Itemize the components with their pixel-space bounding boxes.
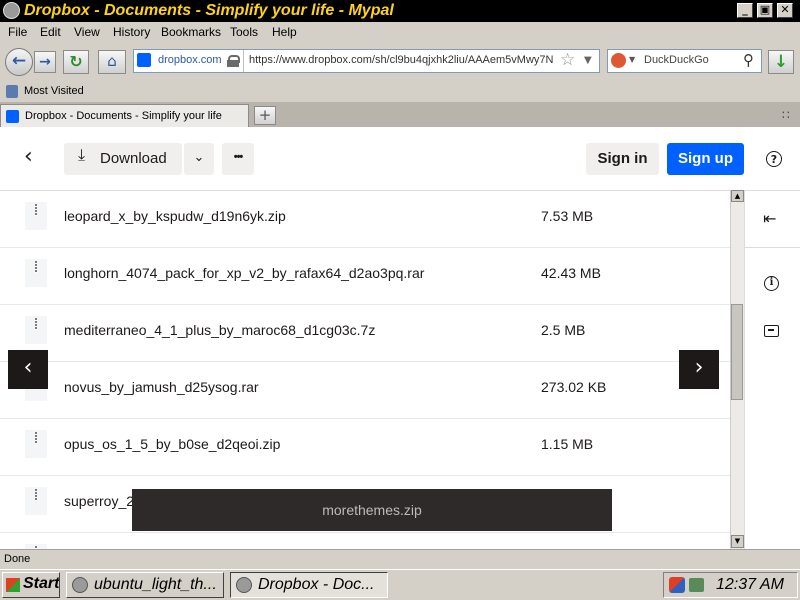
menu-edit[interactable]: Edit	[40, 25, 61, 39]
more-dots-icon: •••	[233, 151, 244, 163]
file-size: 42.43 MB	[541, 265, 601, 281]
reload-icon[interactable]: ↻	[63, 50, 89, 74]
file-size: 273.02 KB	[541, 379, 607, 395]
download-arrow-icon[interactable]: ↓	[768, 50, 794, 74]
bookmark-most-visited[interactable]: Most Visited	[24, 85, 84, 97]
clock: 12:37 AM	[716, 576, 784, 593]
maximize-button[interactable]: ▣	[757, 3, 773, 18]
file-row[interactable]	[0, 533, 730, 549]
duckduckgo-icon[interactable]	[611, 53, 626, 68]
scroll-up-icon[interactable]: ▲	[731, 190, 744, 202]
menu-file[interactable]: File	[8, 25, 27, 39]
chevron-right-icon: ›	[694, 355, 704, 380]
file-name[interactable]: novus_by_jamush_d25ysog.rar	[64, 379, 259, 395]
search-bar[interactable]: ▼ DuckDuckGo ⚲	[607, 49, 762, 73]
file-tooltip: morethemes.zip	[132, 489, 612, 531]
download-label: Download	[100, 150, 167, 167]
scroll-down-icon[interactable]: ▼	[731, 535, 744, 548]
zip-file-icon	[25, 316, 47, 344]
previous-file-button[interactable]: ‹	[8, 350, 48, 389]
more-actions-button[interactable]: •••	[222, 143, 254, 175]
search-input[interactable]: DuckDuckGo	[644, 54, 709, 66]
file-name[interactable]: longhorn_4074_pack_for_xp_v2_by_rafax64_…	[64, 265, 424, 281]
next-file-button[interactable]: ›	[679, 350, 719, 389]
tooltip-text: morethemes.zip	[322, 502, 422, 518]
menu-bar: File Edit View History Bookmarks Tools H…	[0, 22, 800, 42]
back-arrow-icon[interactable]: ←	[5, 48, 33, 76]
start-button[interactable]: Start	[2, 572, 60, 598]
tab-dropbox[interactable]: Dropbox - Documents - Simplify your life	[0, 104, 249, 127]
url-bar[interactable]: dropbox.com https://www.dropbox.com/sh/c…	[133, 49, 600, 73]
back-chevron-icon[interactable]: ‹	[24, 146, 33, 168]
file-row[interactable]: novus_by_jamush_d25ysog.rar 273.02 KB	[0, 362, 730, 419]
collapse-panel-icon[interactable]: ⇤	[763, 209, 776, 228]
chevron-down-icon: ⌄	[193, 149, 205, 164]
file-row[interactable]: opus_os_1_5_by_b0se_d2qeoi.zip 1.15 MB	[0, 419, 730, 476]
search-magnifier-icon[interactable]: ⚲	[743, 51, 754, 69]
tray-app-icon[interactable]	[669, 577, 685, 593]
zip-file-icon	[25, 202, 47, 230]
dropbox-favicon-icon	[137, 53, 151, 67]
url-input[interactable]: https://www.dropbox.com/sh/cl9bu4qjxhk2l…	[249, 54, 555, 66]
url-dropdown-icon[interactable]: ▼	[584, 55, 592, 66]
menu-help[interactable]: Help	[272, 25, 297, 39]
file-size: 7.53 MB	[541, 208, 594, 224]
bookmark-star-icon[interactable]: ☆	[560, 50, 575, 70]
menu-tools[interactable]: Tools	[230, 25, 258, 39]
taskbar-item-ubuntu[interactable]: ubuntu_light_th...	[66, 572, 224, 598]
sign-up-button[interactable]: Sign up	[667, 143, 744, 175]
scrollbar-thumb[interactable]	[731, 304, 743, 400]
file-size: 2.5 MB	[541, 322, 586, 338]
file-size: 1.15 MB	[541, 436, 594, 452]
file-row[interactable]: mediterraneo_4_1_plus_by_maroc68_d1cg03c…	[0, 305, 730, 362]
menu-view[interactable]: View	[74, 25, 100, 39]
taskbar-item-dropbox[interactable]: Dropbox - Doc...	[230, 572, 388, 598]
site-identity[interactable]: dropbox.com	[158, 54, 222, 66]
bookmarks-bar: Most Visited	[0, 82, 800, 102]
mypal-app-icon	[72, 577, 88, 593]
close-button[interactable]: ✕	[777, 3, 793, 18]
network-icon[interactable]	[689, 578, 704, 592]
sign-in-button[interactable]: Sign in	[586, 143, 659, 175]
menu-bookmarks[interactable]: Bookmarks	[161, 25, 221, 39]
mypal-app-icon	[3, 2, 20, 19]
forward-arrow-icon[interactable]: →	[34, 51, 56, 73]
help-icon[interactable]: ?	[766, 151, 782, 167]
chevron-left-icon: ‹	[23, 355, 33, 380]
file-row[interactable]: longhorn_4074_pack_for_xp_v2_by_rafax64_…	[0, 248, 730, 305]
info-icon[interactable]: i	[764, 276, 779, 291]
start-logo-icon	[6, 578, 20, 592]
system-tray: 12:37 AM	[663, 572, 798, 598]
file-name[interactable]: opus_os_1_5_by_b0se_d2qeoi.zip	[64, 436, 280, 452]
title-bar: Dropbox - Documents - Simplify your life…	[0, 0, 800, 22]
home-icon[interactable]: ⌂	[98, 50, 126, 74]
comment-icon[interactable]	[764, 325, 779, 337]
download-icon: ⤓	[78, 147, 86, 164]
dropbox-page: ‹ ⤓ Download ⌄ ••• Sign in Sign up ? ⇤ i…	[0, 127, 800, 549]
file-name[interactable]: leopard_x_by_kspudw_d19n6yk.zip	[64, 208, 286, 224]
new-tab-plus-icon[interactable]: +	[254, 106, 276, 125]
file-row[interactable]: leopard_x_by_kspudw_d19n6yk.zip 7.53 MB	[0, 191, 730, 248]
dropbox-favicon-icon	[6, 110, 19, 123]
mypal-app-icon	[236, 577, 252, 593]
download-options-button[interactable]: ⌄	[184, 143, 214, 175]
status-text: Done	[4, 553, 31, 565]
minimize-button[interactable]: _	[737, 3, 753, 18]
menu-history[interactable]: History	[113, 25, 150, 39]
tab-list-icon[interactable]: ∷	[782, 108, 790, 122]
zip-file-icon	[25, 430, 47, 458]
tab-title: Dropbox - Documents - Simplify your life	[25, 110, 222, 122]
window-title: Dropbox - Documents - Simplify your life…	[24, 2, 394, 19]
zip-file-icon	[25, 487, 47, 515]
file-name[interactable]: mediterraneo_4_1_plus_by_maroc68_d1cg03c…	[64, 322, 375, 338]
zip-file-icon	[25, 259, 47, 287]
bookmark-folder-icon	[6, 85, 18, 98]
download-button[interactable]: ⤓ Download	[64, 143, 182, 175]
file-name[interactable]: superroy_2	[64, 493, 134, 509]
status-bar: Done	[0, 549, 800, 569]
